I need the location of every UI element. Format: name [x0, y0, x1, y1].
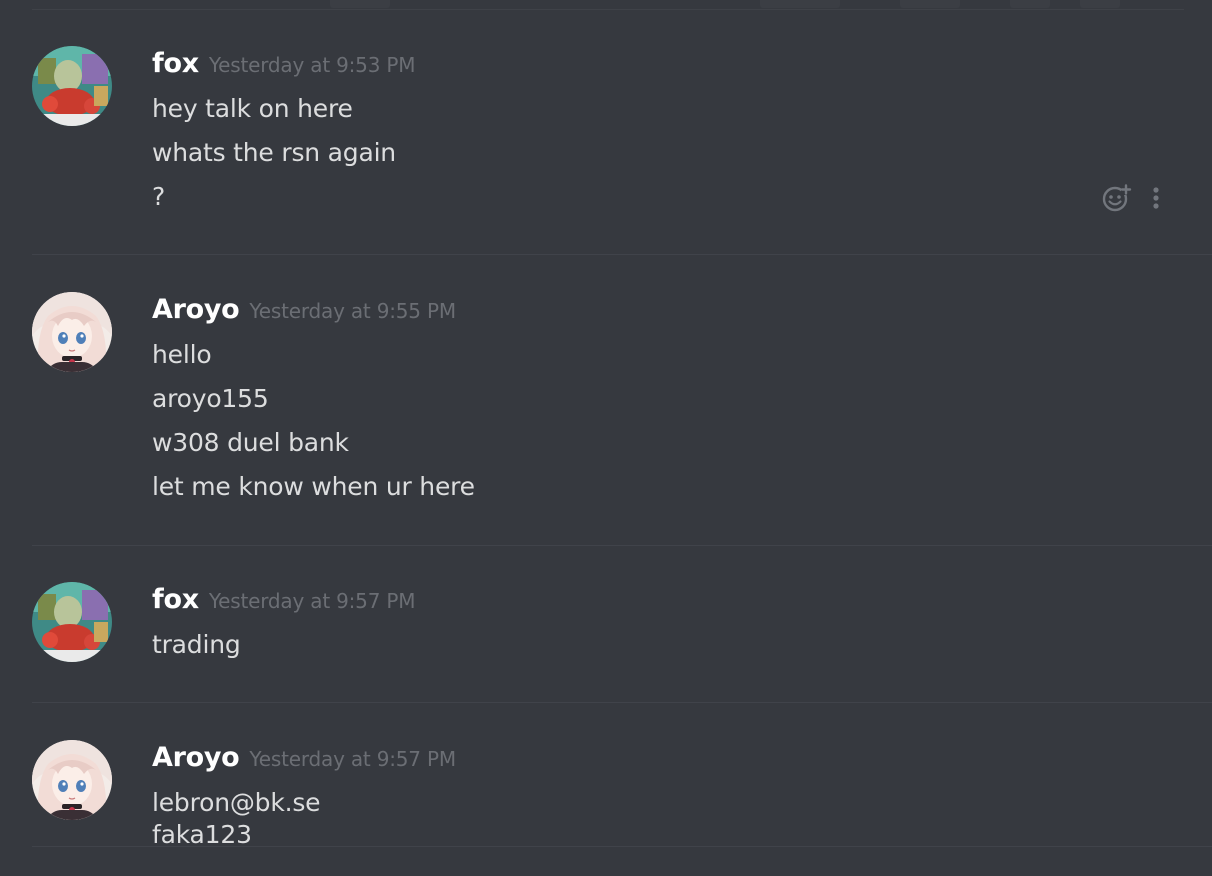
avatar[interactable]: [32, 46, 112, 126]
more-vertical-icon: [1153, 187, 1159, 209]
message-group: fox Yesterday at 9:53 PM hey talk on here…: [0, 0, 1212, 254]
username[interactable]: fox: [152, 48, 199, 79]
aroyo-avatar-icon: [32, 740, 112, 820]
avatar[interactable]: [32, 582, 112, 662]
message-text: lebron@bk.se: [152, 788, 321, 817]
timestamp: Yesterday at 9:53 PM: [208, 53, 416, 77]
chat-messages: fox Yesterday at 9:53 PM hey talk on here…: [0, 0, 1212, 876]
fox-avatar-icon: [32, 46, 112, 126]
more-options-button[interactable]: [1146, 180, 1166, 216]
add-reaction-button[interactable]: [1098, 180, 1134, 216]
avatar[interactable]: [32, 292, 112, 372]
fox-avatar-icon: [32, 582, 112, 662]
message-group: Aroyo Yesterday at 9:57 PM lebron@bk.se f…: [0, 703, 1212, 849]
message-text: ?: [152, 182, 166, 211]
message-text: hello: [152, 340, 212, 369]
message-header: Aroyo Yesterday at 9:55 PM: [152, 294, 456, 334]
emoji-add-icon: [1102, 184, 1132, 212]
message-text: hey talk on here: [152, 94, 353, 123]
message-text: trading: [152, 630, 241, 659]
username[interactable]: Aroyo: [152, 742, 240, 773]
message-text: whats the rsn again: [152, 138, 396, 167]
message-header: fox Yesterday at 9:53 PM: [152, 48, 416, 88]
timestamp: Yesterday at 9:57 PM: [249, 747, 456, 771]
timestamp: Yesterday at 9:55 PM: [249, 299, 456, 323]
message-divider: [32, 846, 1212, 847]
message-group: fox Yesterday at 9:57 PM trading: [0, 546, 1212, 702]
aroyo-avatar-icon: [32, 292, 112, 372]
message-header: Aroyo Yesterday at 9:57 PM: [152, 742, 456, 782]
timestamp: Yesterday at 9:57 PM: [208, 589, 416, 613]
avatar[interactable]: [32, 740, 112, 820]
username[interactable]: Aroyo: [152, 294, 240, 325]
message-group: Aroyo Yesterday at 9:55 PM hello aroyo155…: [0, 255, 1212, 545]
message-hover-actions: [1098, 180, 1178, 216]
message-text: aroyo155: [152, 384, 269, 413]
message-text: w308 duel bank: [152, 428, 349, 457]
message-text: let me know when ur here: [152, 472, 475, 501]
username[interactable]: fox: [152, 584, 199, 615]
message-header: fox Yesterday at 9:57 PM: [152, 584, 416, 624]
message-text: faka123: [152, 820, 252, 849]
